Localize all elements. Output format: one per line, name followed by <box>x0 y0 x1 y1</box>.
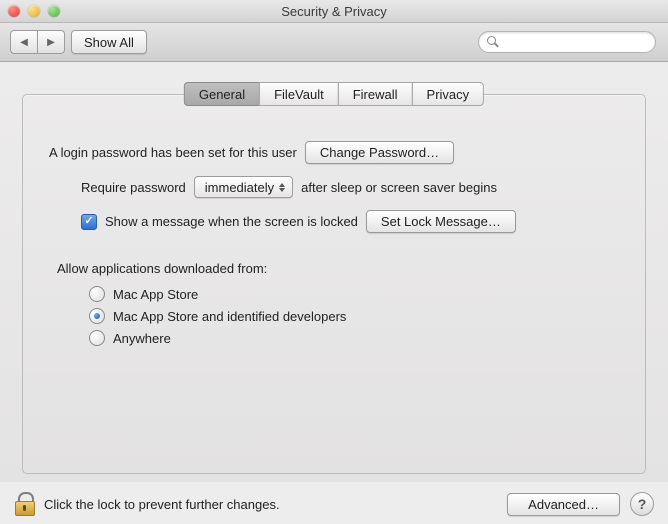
forward-icon: ▶ <box>47 37 55 48</box>
tab-firewall[interactable]: Firewall <box>338 82 413 106</box>
traffic-lights <box>0 5 60 17</box>
help-button[interactable]: ? <box>630 492 654 516</box>
footer: Click the lock to prevent further change… <box>0 482 668 524</box>
tab-privacy[interactable]: Privacy <box>412 82 485 106</box>
back-icon: ◀ <box>20 37 28 48</box>
tab-filevault[interactable]: FileVault <box>259 82 339 106</box>
tab-general[interactable]: General <box>184 82 260 106</box>
lock-text: Click the lock to prevent further change… <box>44 497 280 512</box>
radio-mas-identified-label: Mac App Store and identified developers <box>113 309 346 324</box>
allow-apps-option-anywhere[interactable]: Anywhere <box>89 330 619 346</box>
general-panel: A login password has been set for this u… <box>22 94 646 474</box>
set-lock-message-button[interactable]: Set Lock Message… <box>366 210 516 233</box>
allow-apps-option-mas-identified[interactable]: Mac App Store and identified developers <box>89 308 619 324</box>
lock-icon[interactable] <box>14 492 34 516</box>
change-password-button[interactable]: Change Password… <box>305 141 454 164</box>
require-password-prefix: Require password <box>81 180 186 195</box>
back-button[interactable]: ◀ <box>10 30 38 54</box>
popup-caret-icon <box>276 179 288 195</box>
tab-privacy-label: Privacy <box>427 87 470 102</box>
set-lock-message-label: Set Lock Message… <box>381 214 501 229</box>
help-icon: ? <box>638 496 647 512</box>
radio-anywhere-label: Anywhere <box>113 331 171 346</box>
tab-filevault-label: FileVault <box>274 87 324 102</box>
require-password-row: Require password immediately after sleep… <box>81 176 619 198</box>
change-password-label: Change Password… <box>320 145 439 160</box>
show-all-label: Show All <box>84 35 134 50</box>
show-all-button[interactable]: Show All <box>71 30 147 54</box>
search-field[interactable] <box>478 31 656 53</box>
zoom-window-button[interactable] <box>48 5 60 17</box>
show-lock-message-checkbox[interactable] <box>81 214 97 230</box>
show-lock-message-row: Show a message when the screen is locked… <box>81 210 619 233</box>
search-input[interactable] <box>491 34 650 50</box>
titlebar: Security & Privacy <box>0 0 668 23</box>
advanced-label: Advanced… <box>528 497 599 512</box>
radio-anywhere[interactable] <box>89 330 105 346</box>
advanced-button[interactable]: Advanced… <box>507 493 620 516</box>
minimize-window-button[interactable] <box>28 5 40 17</box>
allow-apps-option-mas[interactable]: Mac App Store <box>89 286 619 302</box>
radio-mas-identified[interactable] <box>89 308 105 324</box>
require-password-suffix: after sleep or screen saver begins <box>301 180 497 195</box>
toolbar: ◀ ▶ Show All <box>0 23 668 62</box>
nav-segment: ◀ ▶ <box>10 30 65 54</box>
show-lock-message-label: Show a message when the screen is locked <box>105 214 358 229</box>
allow-apps-heading: Allow applications downloaded from: <box>57 261 619 276</box>
radio-mas-label: Mac App Store <box>113 287 198 302</box>
forward-button[interactable]: ▶ <box>38 30 65 54</box>
require-password-delay-popup[interactable]: immediately <box>194 176 293 198</box>
tab-general-label: General <box>199 87 245 102</box>
content-area: General FileVault Firewall Privacy A log… <box>0 62 668 482</box>
require-password-delay-value: immediately <box>205 180 274 195</box>
login-password-text: A login password has been set for this u… <box>49 145 297 160</box>
radio-mas[interactable] <box>89 286 105 302</box>
tab-bar: General FileVault Firewall Privacy <box>184 82 484 106</box>
login-password-row: A login password has been set for this u… <box>49 141 619 164</box>
window-title: Security & Privacy <box>0 4 668 19</box>
tab-firewall-label: Firewall <box>353 87 398 102</box>
close-window-button[interactable] <box>8 5 20 17</box>
